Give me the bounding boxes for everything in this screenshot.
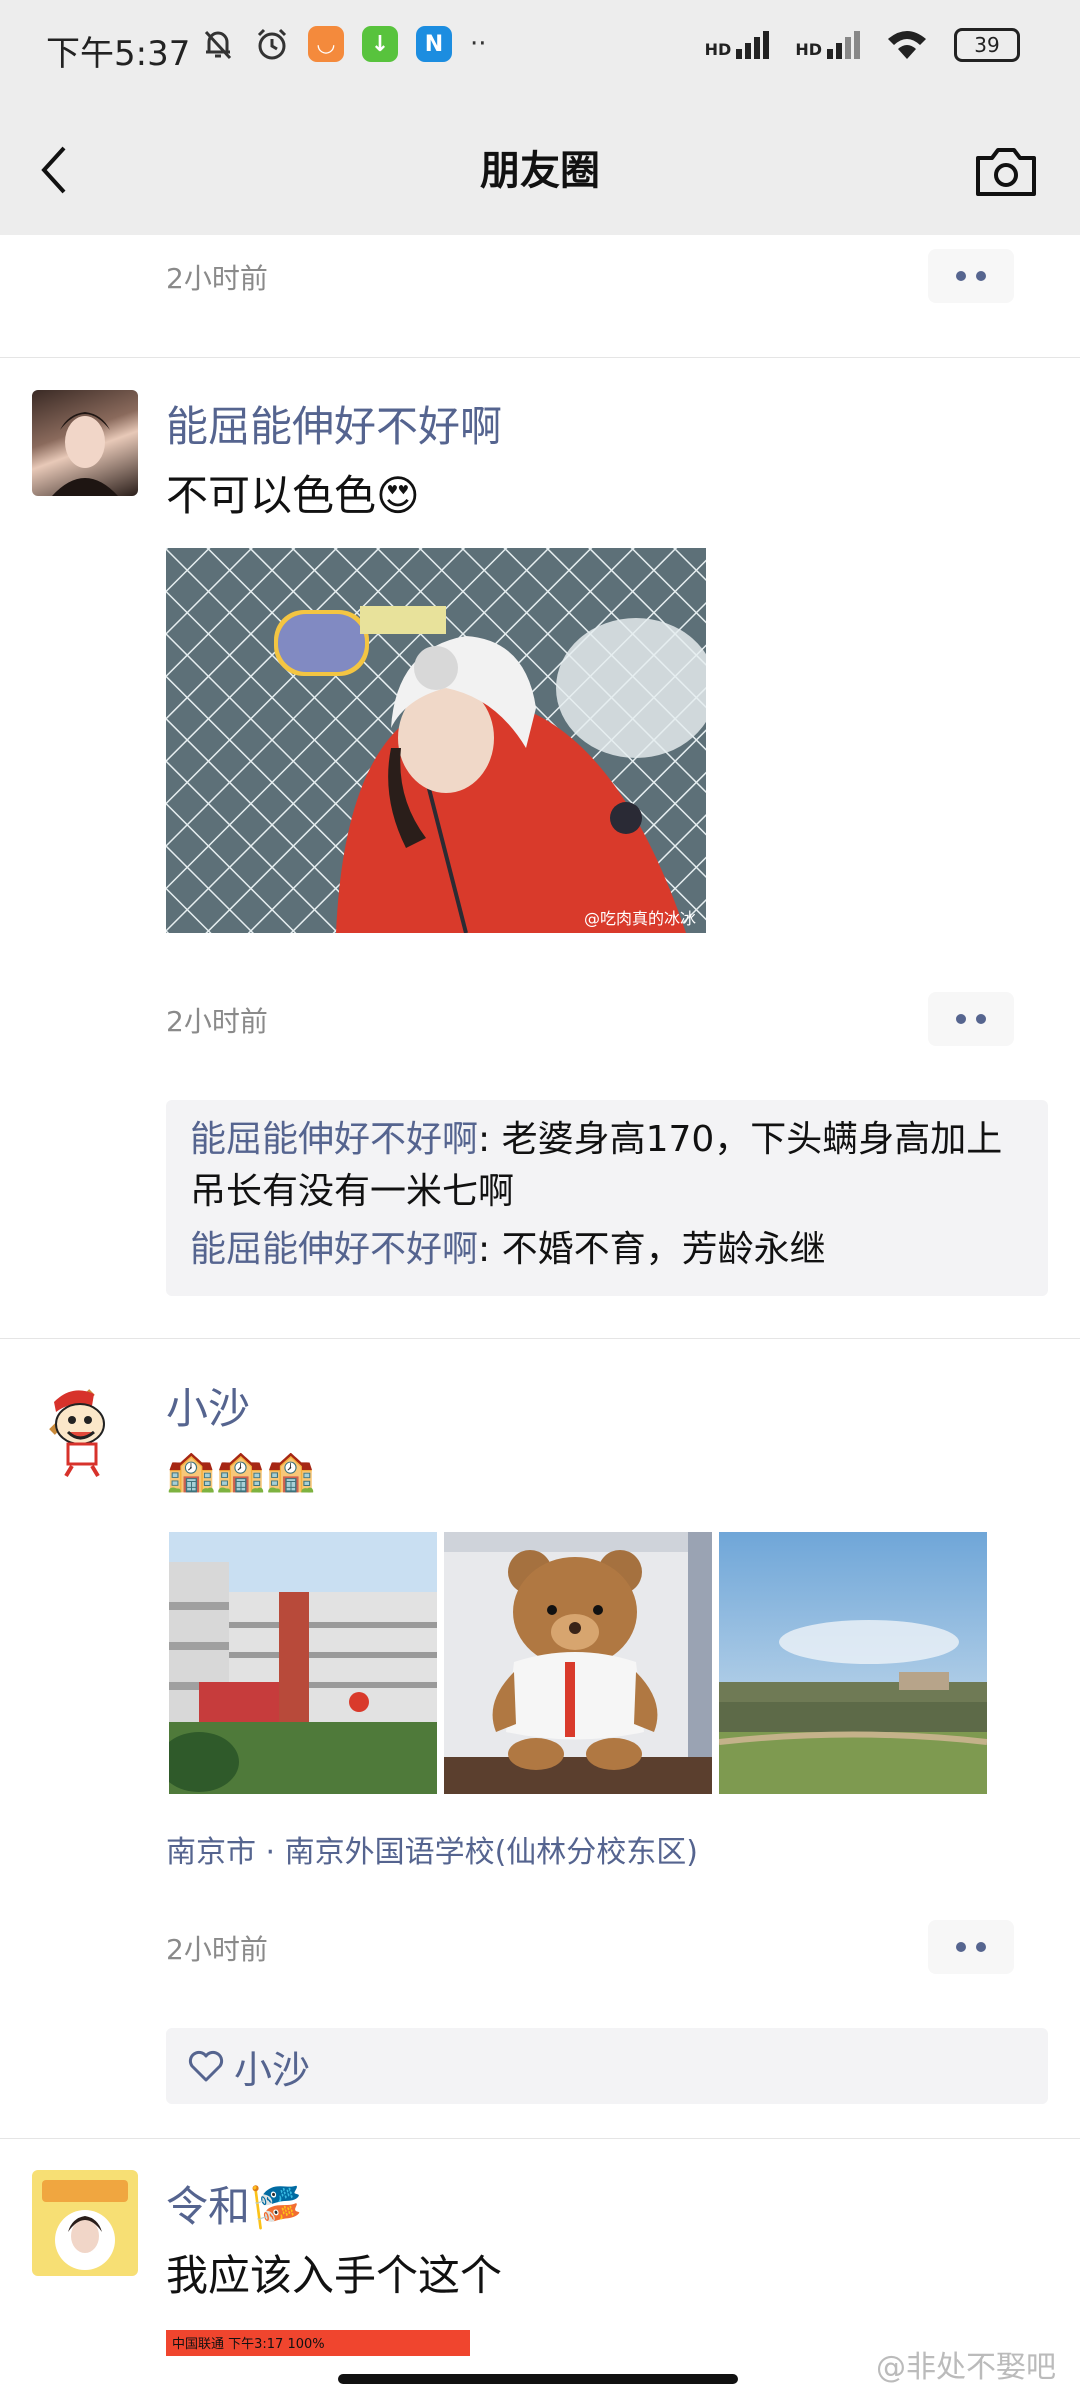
post-more-button[interactable]	[928, 1920, 1014, 1974]
alarm-icon	[257, 28, 287, 60]
comment-item[interactable]: 能屈能伸好不好啊: 老婆身高170，下头螨身高加上吊长有没有一米七啊	[190, 1114, 1024, 1218]
post-timestamp: 2小时前	[166, 1005, 268, 1038]
comment-text: 不婚不育，芳龄永继	[501, 1229, 826, 1270]
wifi-icon	[888, 31, 926, 59]
comment-section: 能屈能伸好不好啊: 老婆身高170，下头螨身高加上吊长有没有一米七啊 能屈能伸好…	[166, 1100, 1048, 1296]
status-time: 下午5:37	[46, 34, 191, 74]
avatar[interactable]	[32, 390, 138, 496]
post-author-name[interactable]: 小沙	[166, 1375, 250, 1436]
post-author-name[interactable]: 能屈能伸好不好啊	[166, 393, 502, 454]
nav-bar: 朋友圈	[0, 100, 1080, 235]
thumbnail-status-text: 中国联通 下午3:17 100%	[172, 2337, 325, 2352]
post-text: 不可以色色😍	[166, 471, 420, 520]
post-more-button[interactable]	[928, 249, 1014, 303]
camera-icon[interactable]	[974, 144, 1038, 198]
download-app-icon: ↓	[362, 26, 398, 62]
image-watermark: @吃肉真的冰冰	[583, 909, 696, 928]
home-indicator[interactable]	[338, 2374, 738, 2384]
post-text: 我应该入手个这个	[166, 2251, 503, 2300]
avatar[interactable]	[32, 1372, 138, 1478]
status-bar: 下午5:37 ◡ ↓ N ·· HD HD 39	[0, 0, 1080, 100]
post-image[interactable]: 中国联通 下午3:17 100%	[166, 2330, 470, 2356]
post-divider	[0, 2138, 1080, 2139]
mute-bell-icon	[204, 30, 232, 60]
shop-app-icon: ◡	[308, 26, 344, 62]
post-image[interactable]	[169, 1532, 437, 1794]
system-status: HD HD 39	[705, 28, 1020, 62]
comment-author[interactable]: 能屈能伸好不好啊	[190, 1119, 478, 1160]
post-text: 🏫🏫🏫	[166, 1448, 316, 1494]
comment-author[interactable]: 能屈能伸好不好啊	[190, 1229, 478, 1270]
post-location[interactable]: 南京市 · 南京外国语学校(仙林分校东区)	[166, 1827, 698, 1871]
notification-icons: ◡ ↓ N ··	[200, 26, 487, 62]
post-timestamp: 2小时前	[166, 262, 268, 295]
comment-item[interactable]: 能屈能伸好不好啊: 不婚不育，芳龄永继	[190, 1224, 1024, 1276]
likes-bar: 小沙	[166, 2028, 1048, 2104]
battery-icon: 39	[954, 28, 1020, 62]
post-divider	[0, 1338, 1080, 1339]
post-timestamp: 2小时前	[166, 1933, 268, 1966]
post-author-name[interactable]: 令和🎏	[166, 2173, 302, 2234]
avatar[interactable]	[32, 2170, 138, 2276]
post-image[interactable]: @吃肉真的冰冰	[166, 548, 706, 933]
like-user[interactable]: 小沙	[234, 2039, 310, 2094]
post-divider	[0, 357, 1080, 358]
signal-hd-icon-2: HD	[795, 31, 860, 59]
heart-icon	[188, 2050, 224, 2082]
n-app-icon: N	[416, 26, 452, 62]
page-title: 朋友圈	[480, 148, 600, 194]
watermark: @非处不娶吧	[876, 2350, 1056, 2385]
post-image[interactable]	[719, 1532, 987, 1794]
signal-hd-icon: HD	[705, 31, 770, 59]
more-notifications-icon: ··	[470, 29, 487, 59]
post-more-button[interactable]	[928, 992, 1014, 1046]
post-image[interactable]	[444, 1532, 712, 1794]
